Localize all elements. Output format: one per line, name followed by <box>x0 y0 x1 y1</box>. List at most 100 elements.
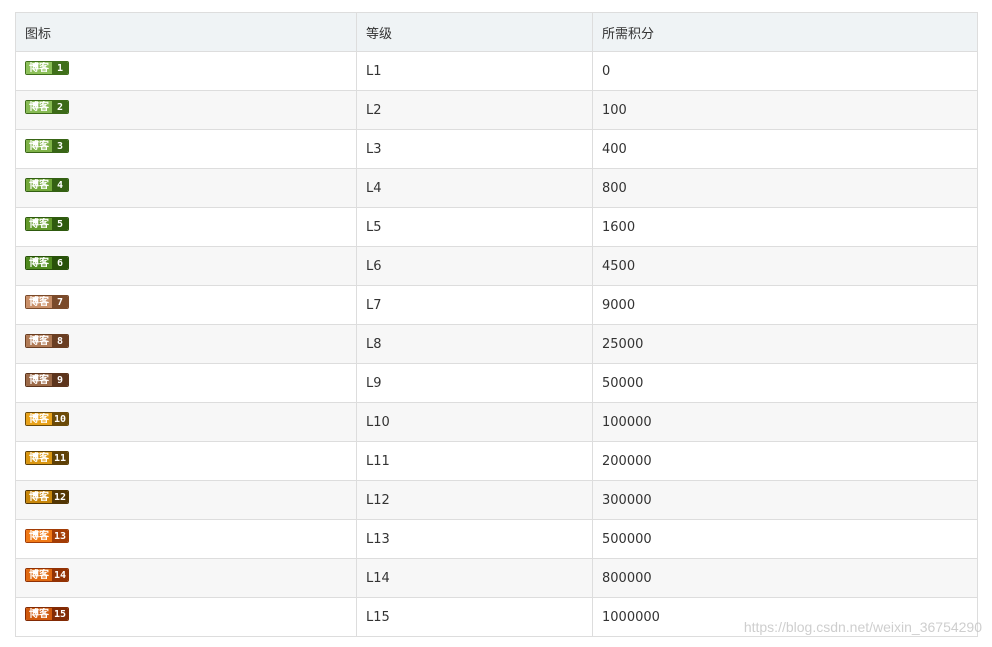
badge-cell: 博客 9 <box>15 363 357 403</box>
blog-level-badge-icon: 博客 10 <box>25 411 70 426</box>
badge-number: 7 <box>52 295 68 308</box>
points-cell: 400 <box>592 129 978 169</box>
level-cell: L7 <box>356 285 593 325</box>
points-cell: 100000 <box>592 402 978 442</box>
table-row: 博客 2 L2 100 <box>15 90 978 130</box>
badge-label: 博客 <box>26 607 52 620</box>
table-row: 博客 12 L12 300000 <box>15 480 978 520</box>
level-cell: L3 <box>356 129 593 169</box>
table-row: 博客 1 L1 0 <box>15 51 978 91</box>
points-cell: 25000 <box>592 324 978 364</box>
level-cell: L10 <box>356 402 593 442</box>
badge-label: 博客 <box>26 61 52 74</box>
badge-cell: 博客 13 <box>15 519 357 559</box>
points-cell: 800000 <box>592 558 978 598</box>
blog-level-badge-icon: 博客 8 <box>25 333 69 348</box>
blog-level-badge-icon: 博客 11 <box>25 450 70 465</box>
badge-cell: 博客 5 <box>15 207 357 247</box>
points-cell: 300000 <box>592 480 978 520</box>
badge-number: 9 <box>52 373 68 386</box>
level-table: 图标 等级 所需积分 博客 1 L1 0 博客 2 L2 100 博客 3 L3 400 博客 4 L4 80… <box>15 12 978 637</box>
points-cell: 50000 <box>592 363 978 403</box>
badge-number: 4 <box>52 178 68 191</box>
badge-cell: 博客 7 <box>15 285 357 325</box>
badge-number: 1 <box>52 61 68 74</box>
points-cell: 9000 <box>592 285 978 325</box>
badge-cell: 博客 14 <box>15 558 357 598</box>
badge-cell: 博客 15 <box>15 597 357 637</box>
points-cell: 800 <box>592 168 978 208</box>
blog-level-badge-icon: 博客 14 <box>25 567 70 582</box>
blog-level-badge-icon: 博客 2 <box>25 99 69 114</box>
badge-number: 14 <box>52 568 69 581</box>
blog-level-badge-icon: 博客 3 <box>25 138 69 153</box>
badge-cell: 博客 3 <box>15 129 357 169</box>
header-points: 所需积分 <box>592 12 978 52</box>
badge-number: 2 <box>52 100 68 113</box>
badge-label: 博客 <box>26 139 52 152</box>
badge-label: 博客 <box>26 568 52 581</box>
blog-level-badge-icon: 博客 5 <box>25 216 69 231</box>
level-cell: L9 <box>356 363 593 403</box>
blog-level-badge-icon: 博客 1 <box>25 60 69 75</box>
badge-label: 博客 <box>26 217 52 230</box>
level-cell: L15 <box>356 597 593 637</box>
level-cell: L4 <box>356 168 593 208</box>
table-row: 博客 14 L14 800000 <box>15 558 978 598</box>
table-row: 博客 5 L5 1600 <box>15 207 978 247</box>
badge-label: 博客 <box>26 490 52 503</box>
table-row: 博客 10 L10 100000 <box>15 402 978 442</box>
table-row: 博客 8 L8 25000 <box>15 324 978 364</box>
level-cell: L5 <box>356 207 593 247</box>
level-table-container: 图标 等级 所需积分 博客 1 L1 0 博客 2 L2 100 博客 3 L3 400 博客 4 L4 80… <box>15 12 978 637</box>
table-row: 博客 4 L4 800 <box>15 168 978 208</box>
level-cell: L11 <box>356 441 593 481</box>
table-row: 博客 13 L13 500000 <box>15 519 978 559</box>
badge-label: 博客 <box>26 295 52 308</box>
badge-label: 博客 <box>26 334 52 347</box>
points-cell: 100 <box>592 90 978 130</box>
badge-label: 博客 <box>26 178 52 191</box>
blog-level-badge-icon: 博客 6 <box>25 255 69 270</box>
header-icon: 图标 <box>15 12 357 52</box>
level-cell: L13 <box>356 519 593 559</box>
level-cell: L2 <box>356 90 593 130</box>
table-row: 博客 6 L6 4500 <box>15 246 978 286</box>
blog-level-badge-icon: 博客 15 <box>25 606 70 621</box>
badge-cell: 博客 11 <box>15 441 357 481</box>
level-cell: L12 <box>356 480 593 520</box>
badge-cell: 博客 10 <box>15 402 357 442</box>
badge-number: 10 <box>52 412 69 425</box>
badge-label: 博客 <box>26 373 52 386</box>
level-cell: L1 <box>356 51 593 91</box>
badge-label: 博客 <box>26 100 52 113</box>
badge-number: 15 <box>52 607 69 620</box>
table-header-row: 图标 等级 所需积分 <box>15 12 978 52</box>
badge-cell: 博客 2 <box>15 90 357 130</box>
table-row: 博客 9 L9 50000 <box>15 363 978 403</box>
table-row: 博客 11 L11 200000 <box>15 441 978 481</box>
badge-label: 博客 <box>26 256 52 269</box>
badge-label: 博客 <box>26 451 52 464</box>
badge-number: 5 <box>52 217 68 230</box>
points-cell: 0 <box>592 51 978 91</box>
points-cell: 500000 <box>592 519 978 559</box>
level-cell: L6 <box>356 246 593 286</box>
badge-number: 8 <box>52 334 68 347</box>
badge-label: 博客 <box>26 529 52 542</box>
points-cell: 200000 <box>592 441 978 481</box>
header-level: 等级 <box>356 12 593 52</box>
table-row: 博客 3 L3 400 <box>15 129 978 169</box>
blog-level-badge-icon: 博客 13 <box>25 528 70 543</box>
blog-level-badge-icon: 博客 9 <box>25 372 69 387</box>
badge-number: 11 <box>52 451 69 464</box>
badge-cell: 博客 1 <box>15 51 357 91</box>
level-cell: L8 <box>356 324 593 364</box>
points-cell: 1600 <box>592 207 978 247</box>
watermark: https://blog.csdn.net/weixin_36754290 <box>743 619 982 635</box>
badge-cell: 博客 6 <box>15 246 357 286</box>
badge-number: 3 <box>52 139 68 152</box>
badge-label: 博客 <box>26 412 52 425</box>
badge-number: 13 <box>52 529 69 542</box>
points-cell: 4500 <box>592 246 978 286</box>
